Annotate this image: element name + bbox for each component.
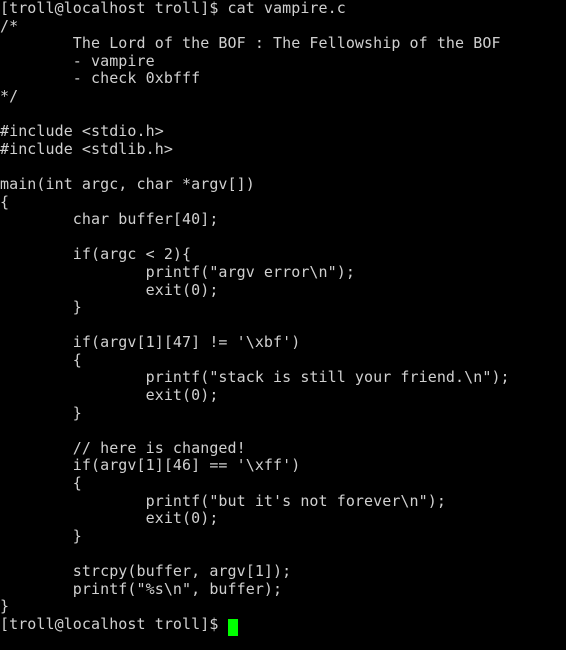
terminal-line: printf("but it's not forever\n"); — [0, 491, 446, 510]
terminal-line: printf("argv error\n"); — [0, 262, 355, 281]
terminal-line: exit(0); — [0, 509, 219, 528]
terminal-line: { — [0, 474, 82, 493]
terminal-line: } — [0, 298, 82, 317]
terminal-line: if(argv[1][46] == '\xff') — [0, 456, 301, 475]
terminal-prompt-line: [troll@localhost troll]$ — [0, 614, 566, 636]
terminal-line: if(argv[1][47] != '\xbf') — [0, 333, 301, 352]
terminal-line: } — [0, 597, 10, 616]
terminal-line: // here is changed! — [0, 438, 246, 457]
terminal-line: The Lord of the BOF : The Fellowship of … — [0, 34, 501, 53]
terminal-line: { — [0, 350, 82, 369]
terminal-line: exit(0); — [0, 386, 219, 405]
terminal-line: #include <stdio.h> — [0, 122, 164, 141]
terminal-line: main(int argc, char *argv[]) — [0, 174, 255, 193]
terminal-line: /* — [0, 16, 19, 35]
text-cursor — [227, 618, 238, 636]
terminal-line: printf("stack is still your friend.\n"); — [0, 368, 510, 387]
terminal-line: printf("%s\n", buffer); — [0, 579, 283, 598]
terminal-line: } — [0, 526, 82, 545]
terminal-line: { — [0, 192, 10, 211]
terminal-line: [troll@localhost troll]$ cat vampire.c — [0, 0, 346, 17]
terminal-output: [troll@localhost troll]$ cat vampire.c/*… — [0, 0, 566, 616]
terminal-line: - vampire — [0, 51, 155, 70]
shell-prompt: [troll@localhost troll]$ — [0, 614, 228, 633]
terminal-line: exit(0); — [0, 280, 219, 299]
terminal-line: char buffer[40]; — [0, 210, 219, 229]
terminal-line: } — [0, 403, 82, 422]
terminal-line: - check 0xbfff — [0, 69, 201, 88]
terminal-line: strcpy(buffer, argv[1]); — [0, 562, 292, 580]
terminal-line: if(argc < 2){ — [0, 245, 192, 264]
terminal-line: */ — [0, 86, 19, 105]
terminal-line: #include <stdlib.h> — [0, 139, 173, 158]
terminal-window[interactable]: [troll@localhost troll]$ cat vampire.c/*… — [0, 0, 566, 650]
